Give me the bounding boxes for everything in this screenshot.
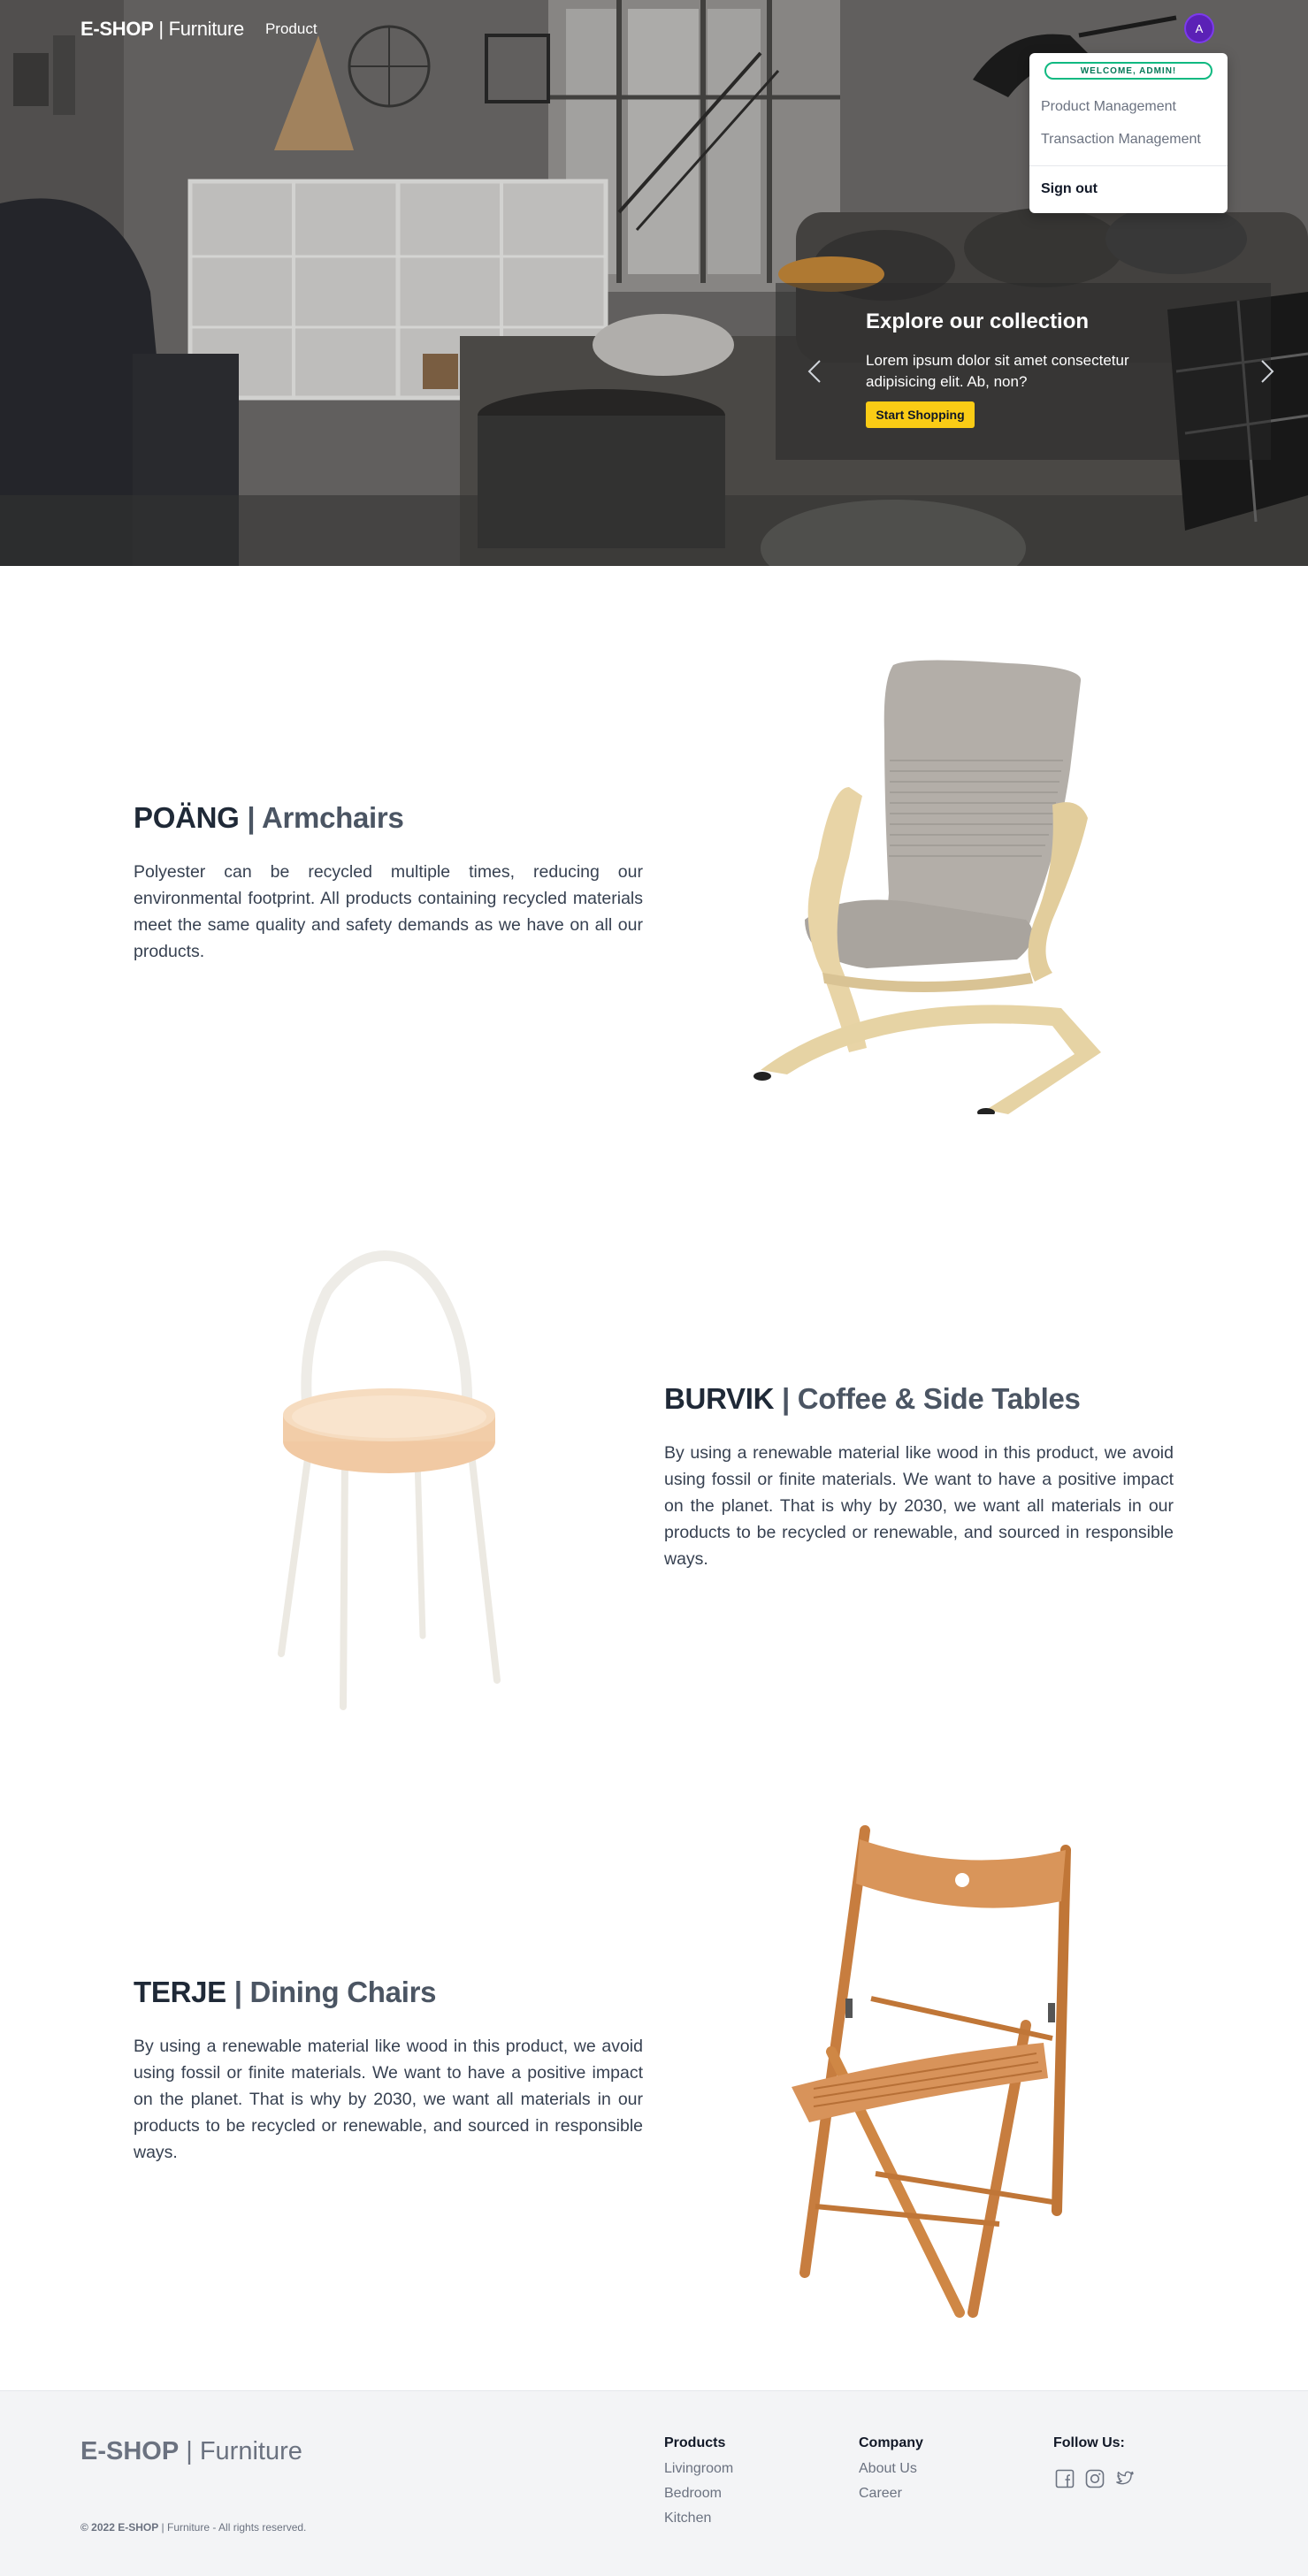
title-separator: | [239,801,262,834]
user-avatar-button[interactable]: A [1184,13,1214,43]
copyright-brand: © 2022 E-SHOP [80,2521,159,2534]
carousel-title: Explore our collection [866,310,1090,333]
footer-products-column: Products Livingroom Bedroom Kitchen [664,2435,733,2531]
copyright-text: © 2022 E-SHOP | Furniture - All rights r… [80,2521,306,2534]
dining-chair-image [792,1825,1071,2318]
product-name: TERJE [134,1976,226,2008]
chevron-right-icon [1261,360,1274,383]
brand-tagline: Furniture [168,18,245,40]
side-table-image [278,1250,501,1710]
footer-link-about-us[interactable]: About Us [859,2457,923,2481]
footer-brand-logo[interactable]: E-SHOP | Furniture [80,2437,302,2466]
brand-tagline: Furniture [199,2437,302,2465]
brand-separator: | [153,18,169,40]
feature-title-terje: TERJE | Dining Chairs [134,1976,436,2009]
title-separator: | [226,1976,250,2008]
footer-link-livingroom[interactable]: Livingroom [664,2457,733,2481]
feature-description-burvik: By using a renewable material like wood … [664,1443,1174,1569]
footer-follow-heading: Follow Us: [1053,2435,1125,2450]
brand-name: E-SHOP [80,18,154,40]
product-category: Armchairs [261,801,404,834]
menu-item-product-management[interactable]: Product Management [1041,99,1176,115]
chevron-left-icon [807,360,821,383]
product-category: Dining Chairs [249,1976,437,2008]
footer-company-column: Company About Us Career [859,2435,923,2506]
brand-logo[interactable]: E-SHOP | Furniture [80,18,244,41]
twitter-icon[interactable] [1115,2469,1135,2488]
copyright-rest: | Furniture - All rights reserved. [158,2521,307,2534]
brand-name: E-SHOP [80,2437,180,2465]
start-shopping-button[interactable]: Start Shopping [866,401,975,428]
brand-separator: | [179,2437,200,2465]
carousel-text: Lorem ipsum dolor sit amet consectetur a… [866,352,1129,390]
product-category: Coffee & Side Tables [797,1382,1081,1415]
footer-link-kitchen[interactable]: Kitchen [664,2506,733,2531]
welcome-badge: WELCOME, ADMIN! [1044,62,1212,80]
feature-description-terje: By using a renewable material like wood … [134,2037,643,2162]
top-navbar: E-SHOP | Furniture Product [80,18,317,41]
carousel-next-button[interactable] [1254,354,1281,389]
menu-divider [1029,165,1228,166]
title-separator: | [774,1382,798,1415]
feature-title-poang: POÄNG | Armchairs [134,801,404,835]
site-footer: E-SHOP | Furniture © 2022 E-SHOP | Furni… [0,2390,1308,2576]
hero-banner: E-SHOP | Furniture Product A WELCOME, AD… [0,0,1308,566]
carousel-prev-button[interactable] [801,354,828,389]
user-dropdown-menu: WELCOME, ADMIN! Product Management Trans… [1029,53,1228,213]
product-name: POÄNG [134,801,240,834]
footer-products-heading: Products [664,2435,726,2450]
feature-description-poang: Polyester can be recycled multiple times… [134,862,643,961]
product-name: BURVIK [664,1382,775,1415]
nav-product-link[interactable]: Product [265,20,317,38]
footer-link-bedroom[interactable]: Bedroom [664,2481,733,2506]
sign-out-button[interactable]: Sign out [1041,181,1098,197]
instagram-icon[interactable] [1085,2469,1105,2488]
menu-item-transaction-management[interactable]: Transaction Management [1041,132,1201,148]
feature-title-burvik: BURVIK | Coffee & Side Tables [664,1382,1081,1416]
facebook-icon[interactable] [1055,2469,1075,2488]
armchair-image [753,660,1101,1114]
social-links [1055,2469,1135,2488]
footer-link-career[interactable]: Career [859,2481,923,2506]
footer-company-heading: Company [859,2435,923,2450]
footer-follow-column: Follow Us: [1053,2435,1125,2457]
